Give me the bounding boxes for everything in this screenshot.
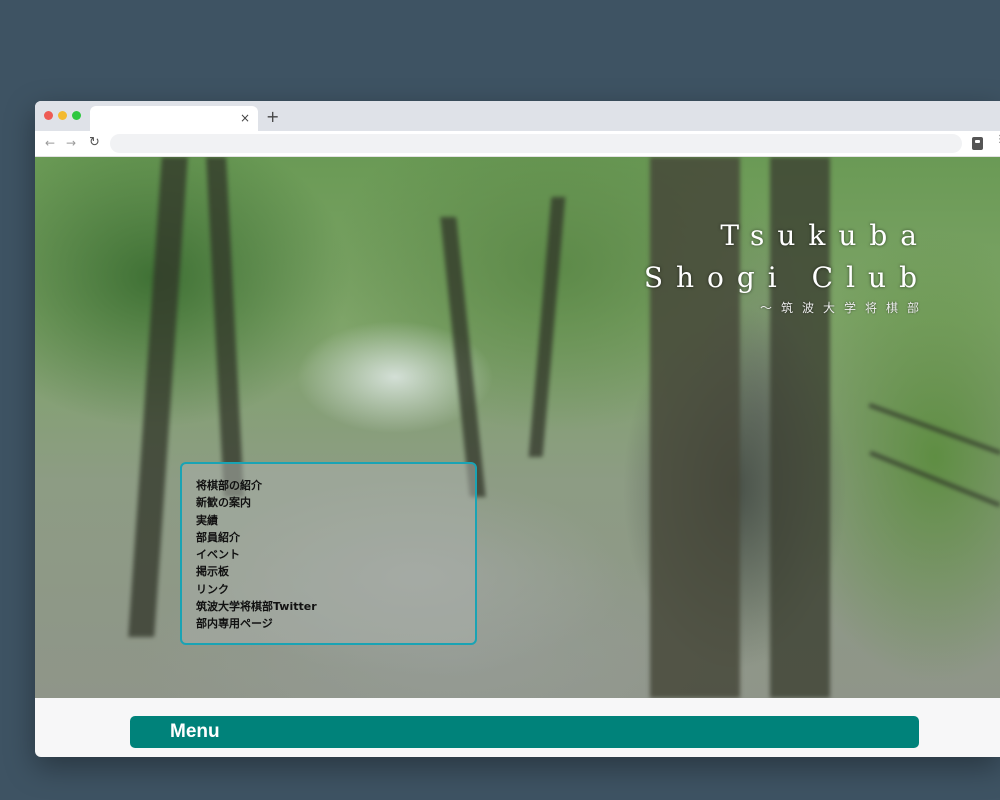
menu-bar[interactable]: Menu: [130, 716, 919, 748]
nav-link-links[interactable]: リンク: [196, 581, 475, 598]
tab-close-icon[interactable]: ×: [240, 110, 250, 126]
tree-trunk: [128, 157, 188, 637]
clipboard-icon[interactable]: [972, 137, 983, 150]
back-arrow-icon[interactable]: ←: [45, 135, 55, 151]
address-bar[interactable]: [110, 134, 962, 153]
close-window-icon[interactable]: [44, 111, 53, 120]
nav-link-about[interactable]: 将棋部の紹介: [196, 477, 475, 494]
browser-tab[interactable]: ×: [90, 106, 258, 131]
more-menu-icon[interactable]: ⋮: [995, 135, 1000, 150]
site-title-line1: Tsukuba: [720, 219, 930, 252]
new-tab-icon[interactable]: +: [266, 107, 279, 127]
browser-window: × + ← → ↻ ⋮ Tsukuba Shogi Club 〜筑波大学将棋部 …: [35, 101, 1000, 757]
nav-link-events[interactable]: イベント: [196, 546, 475, 563]
maximize-window-icon[interactable]: [72, 111, 81, 120]
reload-icon[interactable]: ↻: [89, 135, 100, 151]
title-bar: × +: [35, 101, 1000, 131]
nav-link-twitter[interactable]: 筑波大学将棋部Twitter: [196, 598, 475, 615]
fence: [869, 450, 1000, 508]
forward-arrow-icon[interactable]: →: [66, 135, 76, 151]
hero-image: Tsukuba Shogi Club 〜筑波大学将棋部 将棋部の紹介 新歓の案内…: [35, 157, 1000, 698]
tree-trunk: [206, 157, 244, 497]
menu-label: Menu: [170, 721, 220, 742]
minimize-window-icon[interactable]: [58, 111, 67, 120]
nav-panel: 将棋部の紹介 新歓の案内 実績 部員紹介 イベント 掲示板 リンク 筑波大学将棋…: [180, 462, 477, 645]
nav-link-recruitment[interactable]: 新歓の案内: [196, 494, 475, 511]
nav-link-members[interactable]: 部員紹介: [196, 529, 475, 546]
tree-trunk: [440, 217, 486, 497]
nav-link-members-only[interactable]: 部内専用ページ: [196, 615, 475, 632]
browser-toolbar: ← → ↻ ⋮: [35, 131, 1000, 157]
nav-link-board[interactable]: 掲示板: [196, 563, 475, 580]
site-subtitle: 〜筑波大学将棋部: [759, 301, 928, 315]
fence: [868, 403, 1000, 455]
site-title-line2: Shogi Club: [643, 261, 930, 294]
tree-trunk: [528, 197, 566, 457]
site-title: Tsukuba Shogi Club: [644, 215, 930, 299]
nav-link-achievements[interactable]: 実績: [196, 512, 475, 529]
